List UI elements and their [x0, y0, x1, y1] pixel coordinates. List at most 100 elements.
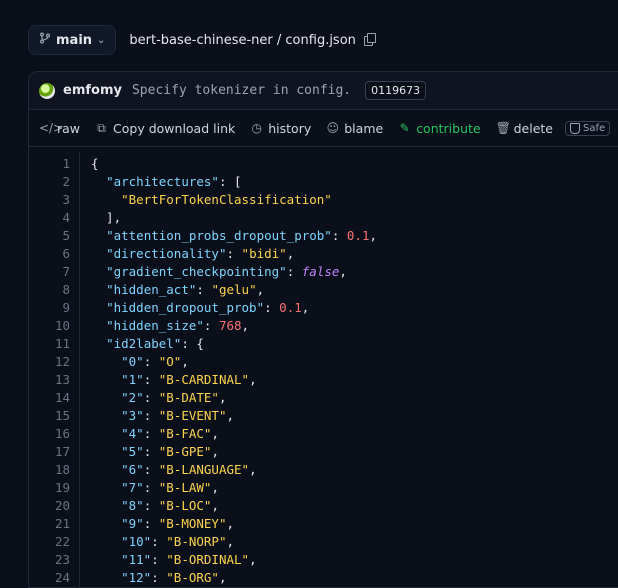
- line-number[interactable]: 23: [29, 551, 70, 569]
- code-token: "hidden_act": [106, 282, 197, 297]
- code-line: 10 "hidden_size": 768,: [29, 317, 618, 335]
- line-number[interactable]: 18: [29, 461, 70, 479]
- code-token: :: [151, 552, 167, 567]
- line-number[interactable]: 2: [29, 173, 70, 191]
- copy-download-link-button[interactable]: ⧉ Copy download link: [95, 121, 235, 136]
- line-number[interactable]: 20: [29, 497, 70, 515]
- code-token: "12": [121, 570, 152, 585]
- code-token: "3": [121, 408, 144, 423]
- code-token: false: [301, 264, 340, 279]
- code-token: ,: [369, 228, 378, 243]
- line-number[interactable]: 16: [29, 425, 70, 443]
- code-token: "B-ORDINAL": [166, 552, 250, 567]
- code-text: {: [70, 155, 99, 173]
- line-number[interactable]: 22: [29, 533, 70, 551]
- code-token: :: [264, 300, 280, 315]
- code-token: :: [143, 444, 159, 459]
- code-token: ,: [226, 516, 235, 531]
- commit-message[interactable]: Specify tokenizer in config.: [132, 83, 351, 98]
- safe-badge[interactable]: Safe: [564, 120, 611, 136]
- code-text: "2": "B-DATE",: [70, 389, 226, 407]
- code-token: :: [203, 318, 219, 333]
- breadcrumb: bert-base-chinese-ner / config.json: [129, 33, 376, 48]
- line-number[interactable]: 3: [29, 191, 70, 209]
- line-number[interactable]: 7: [29, 263, 70, 281]
- code-text: "11": "B-ORDINAL",: [70, 551, 257, 569]
- code-token: :: [331, 228, 347, 243]
- code-text: "directionality": "bidi",: [70, 245, 294, 263]
- contribute-button[interactable]: ✎ contribute: [398, 121, 481, 136]
- code-line: 22 "10": "B-NORP",: [29, 533, 618, 551]
- code-token: ,: [211, 480, 219, 495]
- blame-icon: ☺: [326, 121, 339, 135]
- delete-button[interactable]: 🗑 delete: [496, 121, 553, 136]
- code-token: "gelu": [211, 282, 257, 297]
- code-token: "B-LAW": [158, 480, 212, 495]
- line-number[interactable]: 14: [29, 389, 70, 407]
- code-token: "B-FAC": [158, 426, 212, 441]
- code-token: ,: [339, 264, 347, 279]
- code-line: 20 "8": "B-LOC",: [29, 497, 618, 515]
- line-number[interactable]: 8: [29, 281, 70, 299]
- trash-icon: 🗑: [495, 121, 511, 135]
- line-number[interactable]: 21: [29, 515, 70, 533]
- line-number[interactable]: 6: [29, 245, 70, 263]
- code-line: 8 "hidden_act": "gelu",: [29, 281, 618, 299]
- code-token: ,: [226, 408, 235, 423]
- copy-icon: ⧉: [97, 120, 106, 135]
- code-token: :: [286, 264, 302, 279]
- history-button[interactable]: ◷ history: [250, 121, 312, 136]
- code-token: "id2label": [106, 336, 182, 351]
- line-number[interactable]: 13: [29, 371, 70, 389]
- code-line: 4 ],: [29, 209, 618, 227]
- code-line: 11 "id2label": {: [29, 335, 618, 353]
- code-view[interactable]: 1{2 "architectures": [3 "BertForTokenCla…: [29, 152, 618, 587]
- code-token: "B-MONEY": [158, 516, 227, 531]
- line-number[interactable]: 10: [29, 317, 70, 335]
- code-token: :: [143, 372, 159, 387]
- code-token: 768: [218, 318, 242, 333]
- file-path[interactable]: bert-base-chinese-ner / config.json: [129, 33, 355, 48]
- copy-icon[interactable]: [363, 33, 376, 46]
- line-number[interactable]: 12: [29, 353, 70, 371]
- line-number[interactable]: 9: [29, 299, 70, 317]
- code-text: "4": "B-FAC",: [70, 425, 219, 443]
- code-token: :: [143, 408, 159, 423]
- code-token: "B-ORG": [166, 570, 219, 585]
- code-token: "8": [121, 498, 144, 513]
- line-number[interactable]: 11: [29, 335, 70, 353]
- code-token: ,: [226, 534, 235, 549]
- code-line: 3 "BertForTokenClassification": [29, 191, 618, 209]
- avatar[interactable]: [39, 82, 55, 99]
- code-line: 24 "12": "B-ORG",: [29, 569, 618, 587]
- code-text: "attention_probs_dropout_prob": 0.1,: [70, 227, 377, 245]
- blame-button[interactable]: ☺ blame: [326, 121, 383, 136]
- raw-button[interactable]: </> raw: [39, 121, 80, 136]
- code-text: "hidden_size": 768,: [70, 317, 249, 335]
- commit-hash[interactable]: 0119673: [365, 81, 427, 100]
- code-token: 0.1: [279, 300, 302, 315]
- code-token: ,: [249, 372, 257, 387]
- branch-selector[interactable]: main ⌄: [28, 25, 117, 55]
- code-text: "hidden_dropout_prob": 0.1,: [70, 299, 309, 317]
- line-number[interactable]: 19: [29, 479, 70, 497]
- commit-author[interactable]: emfomy: [63, 83, 122, 98]
- code-token: :: [143, 462, 159, 477]
- line-number[interactable]: 1: [29, 155, 70, 173]
- code-text: "architectures": [: [70, 173, 241, 191]
- line-number[interactable]: 5: [29, 227, 70, 245]
- line-number[interactable]: 17: [29, 443, 70, 461]
- code-token: ,: [249, 462, 257, 477]
- line-number[interactable]: 15: [29, 407, 70, 425]
- code-token: 0.1: [346, 228, 370, 243]
- code-token: ,: [286, 246, 295, 261]
- code-token: "6": [121, 462, 144, 477]
- line-number[interactable]: 24: [29, 569, 70, 587]
- code-token: "B-DATE": [158, 390, 219, 405]
- line-number[interactable]: 4: [29, 209, 70, 227]
